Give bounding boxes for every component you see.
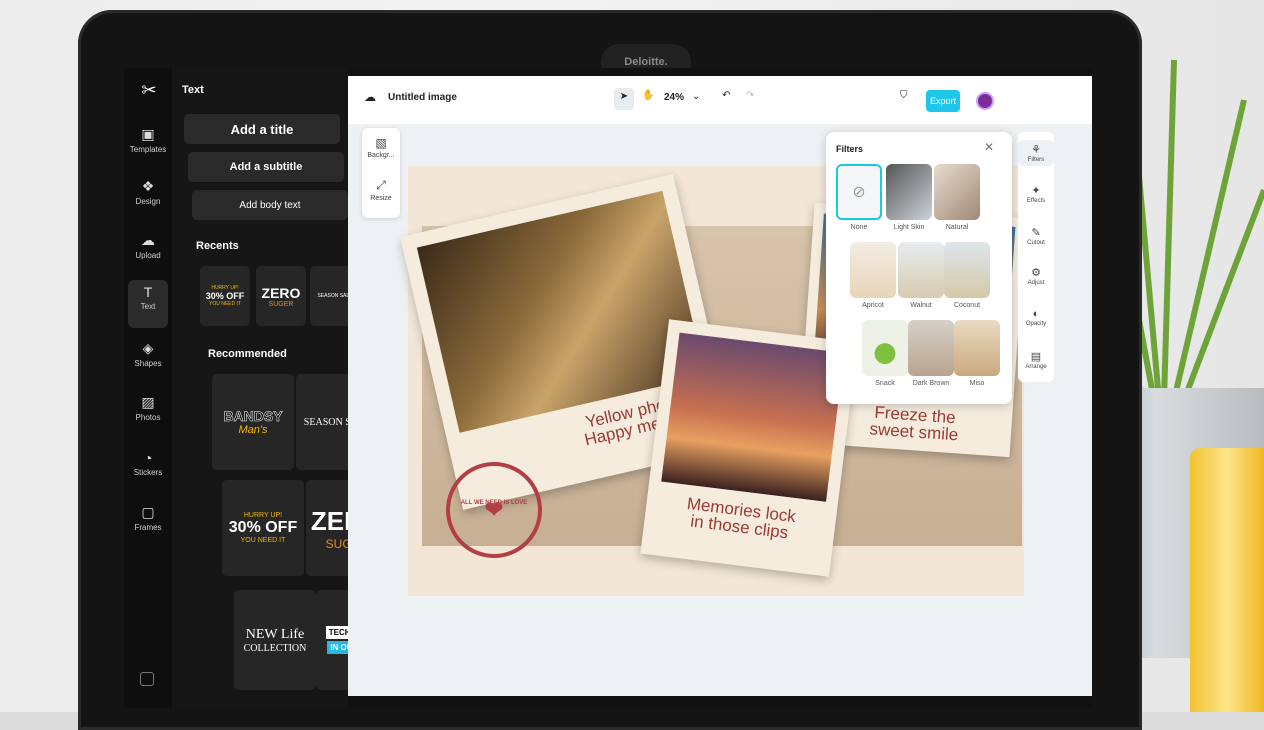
rail-arrange[interactable]: ▤ Arrange [1018, 350, 1054, 370]
adjust-icon: ⚙ [1031, 267, 1041, 279]
recommended-template-5[interactable]: NEW Life COLLECTION [234, 590, 316, 690]
recommended-heading: Recommended [208, 348, 287, 360]
redo-icon[interactable]: ↷ [746, 90, 754, 101]
design-icon: ❖ [141, 178, 155, 194]
filters-panel: Filters ✕ ⊘ None Light Skin Natural Apri… [826, 132, 1012, 404]
recent-template-1[interactable]: HURRY UP! 30% OFF YOU NEED IT [200, 266, 250, 326]
zoom-level[interactable]: 24% [664, 92, 684, 103]
text-icon: T [143, 284, 153, 300]
rail-item-frames[interactable]: ▢ Frames [124, 500, 172, 548]
add-subtitle-button[interactable]: Add a subtitle [188, 152, 344, 182]
stickers-icon: ◔ [143, 450, 153, 466]
text-panel: Text Add a title Add a subtitle Add body… [172, 68, 398, 708]
effects-icon: ✦ [1031, 185, 1041, 197]
recommended-template-3[interactable]: HURRY UP! 30% OFF YOU NEED IT [222, 480, 304, 576]
filter-label: Miso [969, 380, 985, 387]
filter-natural[interactable] [934, 164, 980, 220]
collapse-icon[interactable] [140, 672, 154, 686]
ban-icon: ⊘ [852, 184, 866, 201]
panel-title: Text [182, 84, 204, 96]
filters-icon: ⚘ [1031, 144, 1041, 156]
background-tool[interactable]: ▧ Backgr... [362, 136, 400, 159]
rail-filters[interactable]: ⚘ Filters [1018, 140, 1054, 166]
rail-cutout[interactable]: ✎ Cutout [1018, 226, 1054, 246]
rail-item-shapes[interactable]: ◈ Shapes [124, 336, 172, 384]
background-icon: ▧ [375, 136, 387, 150]
left-rail: ✂ ▣ Templates ❖ Design ☁ Upload T Text ◈ Shap… [124, 68, 172, 708]
bikes-photo [661, 332, 845, 502]
add-title-button[interactable]: Add a title [184, 114, 340, 144]
canvas-area: ☁ Untitled image ➤ ✋ 24% ⌄ ↶ ↷ ⛉ Export … [348, 76, 1092, 696]
filter-walnut[interactable] [898, 242, 944, 298]
avatar[interactable] [976, 92, 994, 110]
templates-icon: ▣ [141, 126, 155, 142]
filters-title: Filters [836, 144, 864, 154]
chevron-down-icon[interactable]: ⌄ [692, 91, 700, 102]
filter-label: Dark Brown [912, 380, 950, 387]
rail-item-text[interactable]: T Text [128, 280, 168, 328]
rail-item-stickers[interactable]: ◔ Stickers [124, 446, 172, 494]
filter-apricot[interactable] [850, 242, 896, 298]
photos-icon: ▨ [141, 394, 155, 410]
rail-adjust[interactable]: ⚙ Adjust [1018, 266, 1054, 286]
resize-icon: ⤢ [376, 178, 386, 192]
app-logo-icon[interactable]: ✂ [138, 80, 160, 102]
filter-label: Coconut [953, 302, 981, 309]
rail-opacity[interactable]: ◐ Opacity [1018, 308, 1054, 327]
filter-label: Walnut [910, 302, 932, 309]
canvas-side-tools: ▧ Backgr... ⤢ Resize [362, 128, 400, 218]
rail-item-upload[interactable]: ☁ Upload [124, 228, 172, 276]
filter-label: None [850, 224, 868, 231]
filter-coconut[interactable] [944, 242, 990, 298]
add-body-text-button[interactable]: Add body text [192, 190, 348, 220]
opacity-icon: ◐ [1032, 308, 1040, 320]
app-screen: ✂ ▣ Templates ❖ Design ☁ Upload T Text ◈ Shap… [124, 68, 1092, 708]
recent-template-2[interactable]: ZERO SUGER [256, 266, 306, 326]
upload-icon: ☁ [141, 232, 155, 248]
filter-label: Apricot [862, 302, 884, 309]
stamp-text: ALL WE NEED IS LOVE [460, 500, 528, 506]
rail-effects[interactable]: ✦ Effects [1018, 184, 1054, 204]
right-property-rail: ⚘ Filters ✦ Effects ✎ Cutout ⚙ Adjust ◐ Opaci… [1018, 132, 1054, 382]
recommended-template-1[interactable]: BANDSY Man's [212, 374, 294, 470]
frames-icon: ▢ [141, 504, 155, 520]
filter-dark-brown[interactable] [908, 320, 954, 376]
recents-heading: Recents [196, 240, 239, 252]
filter-none[interactable]: ⊘ [836, 164, 882, 220]
undo-icon[interactable]: ↶ [722, 90, 730, 101]
cloud-icon[interactable]: ☁ [364, 90, 376, 104]
filter-label: Light Skin [893, 224, 925, 231]
select-tool-icon[interactable]: ➤ [614, 88, 634, 110]
rail-item-design[interactable]: ❖ Design [124, 174, 172, 222]
rail-item-templates[interactable]: ▣ Templates [124, 122, 172, 170]
arrange-icon: ▤ [1030, 351, 1042, 363]
cutout-icon: ✎ [1031, 227, 1041, 239]
rail-item-photos[interactable]: ▨ Photos [124, 390, 172, 438]
yellow-cup [1190, 448, 1264, 712]
shapes-icon: ◈ [142, 340, 154, 356]
document-title[interactable]: Untitled image [388, 92, 457, 103]
filter-miso[interactable] [954, 320, 1000, 376]
shield-icon[interactable]: ⛉ [900, 90, 908, 101]
caption-freeze: Freeze the sweet smile [868, 402, 959, 445]
export-button[interactable]: Export [926, 90, 960, 112]
filter-snack[interactable] [862, 320, 908, 376]
close-icon[interactable]: ✕ [984, 140, 994, 154]
top-toolbar: ☁ Untitled image ➤ ✋ 24% ⌄ ↶ ↷ ⛉ Export [348, 76, 1092, 124]
filter-label: Natural [945, 224, 969, 231]
hand-tool-icon[interactable]: ✋ [642, 90, 654, 101]
filter-label: Snack [875, 380, 895, 387]
love-stamp[interactable]: ❤ [446, 462, 542, 558]
resize-tool[interactable]: ⤢ Resize [362, 178, 400, 202]
filter-light-skin[interactable] [886, 164, 932, 220]
